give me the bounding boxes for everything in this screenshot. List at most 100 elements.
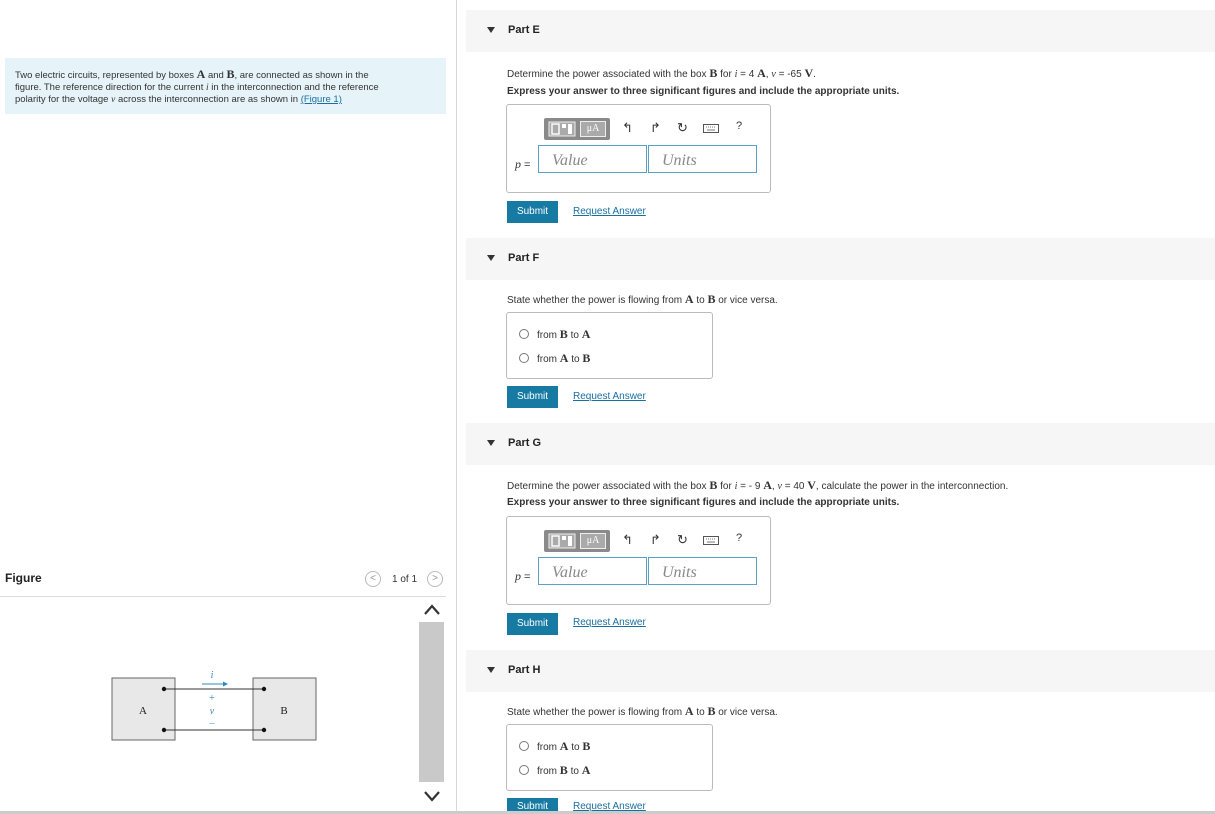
box-b-label: B (280, 705, 287, 717)
circuit-figure: i + v – A B (111, 670, 317, 741)
current-label: i (211, 670, 214, 681)
collapse-triangle-icon[interactable] (487, 440, 495, 446)
part-f-request-answer-link[interactable]: Request Answer (573, 391, 646, 402)
text: polarity for the voltage (15, 94, 112, 105)
radio-option[interactable]: from A to B (519, 739, 590, 754)
text: State whether the power is flowing from (507, 707, 685, 718)
math: B (582, 739, 591, 753)
radio-button[interactable] (519, 765, 529, 775)
terminal (161, 686, 167, 692)
p-label: p = (515, 569, 530, 584)
left-pane: Two electric circuits, represented by bo… (0, 0, 456, 814)
value-input[interactable]: Value (538, 557, 647, 585)
text: to (567, 766, 582, 777)
toolbar-group: μA (544, 118, 610, 140)
text: or vice versa. (715, 295, 778, 306)
text: in the interconnection and the reference (208, 82, 379, 93)
math-toolbar: μA ↰ ↱ ↻ ? (540, 527, 770, 552)
part-f-options-box: from B to A from A to B (506, 312, 713, 379)
help-icon[interactable]: ? (736, 532, 742, 544)
text: = 4 (737, 69, 758, 80)
part-e-request-answer-link[interactable]: Request Answer (573, 206, 646, 217)
text: , are connected as shown in the (234, 70, 369, 81)
next-figure-button[interactable]: > (427, 571, 443, 587)
math: A (581, 327, 591, 341)
templates-icon[interactable] (548, 533, 576, 549)
unit-V: V (807, 478, 816, 492)
text: State whether the power is flowing from (507, 295, 685, 306)
unit-V: V (804, 66, 814, 80)
part-h-label: Part H (508, 664, 541, 676)
value-input[interactable]: Value (538, 145, 647, 173)
math-A: A (684, 704, 694, 718)
text: Determine the power associated with the … (507, 481, 710, 492)
units-mu-icon[interactable]: μA (580, 121, 606, 137)
figure-link[interactable]: (Figure 1) (301, 94, 342, 105)
part-g-label: Part G (508, 437, 542, 449)
unit-A: A (763, 478, 772, 492)
part-e-label: Part E (508, 24, 540, 36)
scroll-thumb[interactable] (419, 622, 444, 782)
text: from (537, 330, 560, 341)
part-h-header[interactable]: Part H (466, 650, 1215, 692)
part-h-submit-button[interactable]: Submit (507, 798, 558, 811)
keyboard-icon[interactable] (703, 124, 719, 133)
scroll-up-icon[interactable] (422, 602, 442, 618)
part-e-instruction: Express your answer to three significant… (507, 86, 900, 97)
text: for (717, 481, 735, 492)
arrowhead-icon (223, 681, 228, 687)
radio-option[interactable]: from B to A (519, 763, 590, 778)
text: . (813, 69, 816, 80)
radio-option[interactable]: from A to B (519, 351, 590, 366)
units-input[interactable]: Units (648, 145, 757, 173)
text: Two electric circuits, represented by bo… (15, 70, 197, 81)
reset-icon[interactable]: ↻ (677, 532, 688, 548)
undo-icon[interactable]: ↰ (622, 532, 633, 548)
redo-icon[interactable]: ↱ (650, 532, 661, 548)
value-placeholder: Value (552, 152, 588, 169)
units-input[interactable]: Units (648, 557, 757, 585)
math-A: A (684, 292, 694, 306)
templates-icon[interactable] (548, 121, 576, 137)
text: = 40 (781, 481, 808, 492)
prev-figure-button[interactable]: < (365, 571, 381, 587)
figure-scrollbar[interactable] (418, 598, 445, 808)
undo-icon[interactable]: ↰ (622, 120, 633, 136)
radio-option[interactable]: from B to A (519, 327, 590, 342)
part-e-submit-button[interactable]: Submit (507, 201, 558, 223)
radio-button[interactable] (519, 329, 529, 339)
unit-A: A (757, 66, 766, 80)
help-icon[interactable]: ? (736, 120, 742, 132)
collapse-triangle-icon[interactable] (487, 667, 495, 673)
part-g-submit-button[interactable]: Submit (507, 613, 558, 635)
text: to (568, 742, 583, 753)
box-a-label: A (139, 705, 147, 717)
redo-icon[interactable]: ↱ (650, 120, 661, 136)
part-f-header[interactable]: Part F (466, 238, 1215, 280)
problem-line-3: polarity for the voltage v across the in… (15, 94, 436, 106)
text: for (717, 69, 735, 80)
collapse-triangle-icon[interactable] (487, 255, 495, 261)
text: from (537, 742, 560, 753)
units-mu-icon[interactable]: μA (580, 533, 606, 549)
text: or vice versa. (715, 707, 778, 718)
figure-count: 1 of 1 (392, 574, 418, 585)
pane-divider[interactable] (456, 0, 457, 814)
radio-button[interactable] (519, 741, 529, 751)
collapse-triangle-icon[interactable] (487, 27, 495, 33)
keyboard-icon[interactable] (703, 536, 719, 545)
text: Determine the power associated with the … (507, 69, 710, 80)
terminal (261, 686, 267, 692)
part-g-request-answer-link[interactable]: Request Answer (573, 617, 646, 628)
text: to (693, 295, 708, 306)
units-placeholder: Units (662, 152, 697, 169)
part-f-question: State whether the power is flowing from … (507, 292, 778, 307)
reset-icon[interactable]: ↻ (677, 120, 688, 136)
radio-button[interactable] (519, 353, 529, 363)
part-e-header[interactable]: Part E (466, 10, 1215, 52)
value-placeholder: Value (552, 564, 588, 581)
scroll-down-icon[interactable] (422, 788, 442, 804)
plus-sign: + (209, 693, 215, 704)
part-f-submit-button[interactable]: Submit (507, 386, 558, 408)
part-g-header[interactable]: Part G (466, 423, 1215, 465)
